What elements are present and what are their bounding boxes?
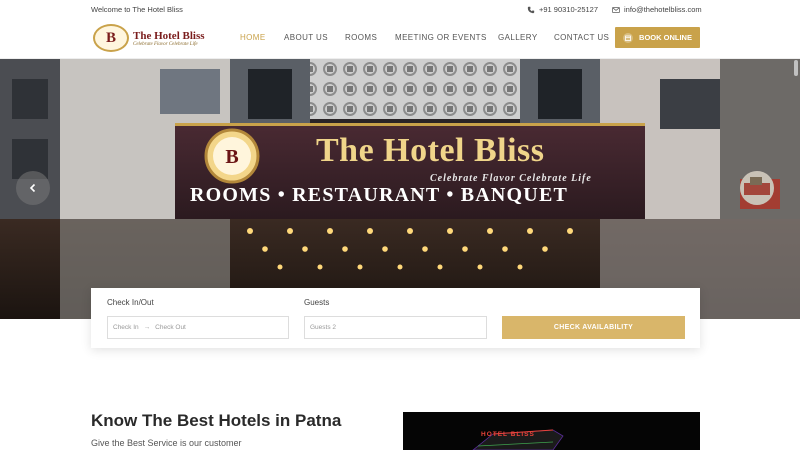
phone-icon [527,6,535,13]
logo-badge: B [93,24,129,52]
nav-rooms[interactable]: ROOMS [345,33,377,42]
guests-label: Guests [304,298,330,307]
about-title: Know The Best Hotels in Patna [91,411,342,430]
hotel-night-sign: HOTEL BLISS [481,431,535,438]
hotel-night-image: HOTEL BLISS [403,412,700,450]
phone-contact[interactable]: +91 90310-25127 [527,5,598,14]
nav-about-us[interactable]: ABOUT US [284,33,328,42]
logo-tagline: Celebrate Flavor Celebrate Life [133,41,198,47]
sign-title: The Hotel Bliss [316,132,545,169]
email-address: info@thehotelbliss.com [624,5,702,14]
sign-tagline: Celebrate Flavor Celebrate Life [430,173,592,184]
chevron-left-icon [29,183,36,193]
guests-placeholder: Guests 2 [310,324,337,331]
nav-gallery[interactable]: GALLERY [498,33,538,42]
top-info-bar: Welcome to The Hotel Bliss +91 90310-251… [0,0,800,18]
hero-slider: B The Hotel Bliss Celebrate Flavor Celeb… [0,59,800,319]
phone-number: +91 90310-25127 [539,5,599,14]
svg-text:B: B [225,146,238,168]
nav-home[interactable]: HOME [240,33,266,42]
slider-next-thumbnail[interactable] [740,171,774,205]
hotel-logo[interactable]: B The Hotel Bliss Celebrate Flavor Celeb… [93,23,211,53]
booking-form: Check In/Out Check In → Check Out Guests… [91,288,700,348]
about-subtitle: Give the Best Service is our customer [91,438,242,448]
envelope-icon [612,6,620,13]
nav-meeting-or-events[interactable]: MEETING OR EVENTS [395,33,487,42]
checkout-placeholder: Check Out [155,324,186,331]
slider-prev-button[interactable] [16,171,50,205]
checkin-label: Check In/Out [107,298,154,307]
book-online-button[interactable]: BOOK ONLINE [615,27,700,48]
checkin-checkout-field[interactable]: Check In → Check Out [107,316,289,339]
checkin-placeholder: Check In [113,324,139,331]
welcome-text: Welcome to The Hotel Bliss [91,5,183,14]
guests-field[interactable]: Guests 2 [304,316,487,339]
calendar-icon [623,32,634,43]
arrow-right-icon: → [143,324,151,331]
main-header: B The Hotel Bliss Celebrate Flavor Celeb… [0,18,800,59]
check-availability-button[interactable]: CHECK AVAILABILITY [502,316,685,339]
page-scrollbar[interactable] [793,60,799,320]
thumbnail-next [740,171,774,205]
email-contact[interactable]: info@thehotelbliss.com [612,5,702,14]
scrollbar-thumb[interactable] [794,60,798,76]
book-online-label: BOOK ONLINE [639,33,692,42]
sign-subtitle: ROOMS • RESTAURANT • BANQUET [190,184,569,206]
nav-contact-us[interactable]: CONTACT US [554,33,609,42]
hotel-night-graphic [403,412,700,450]
logo-name: The Hotel Bliss [133,29,205,42]
